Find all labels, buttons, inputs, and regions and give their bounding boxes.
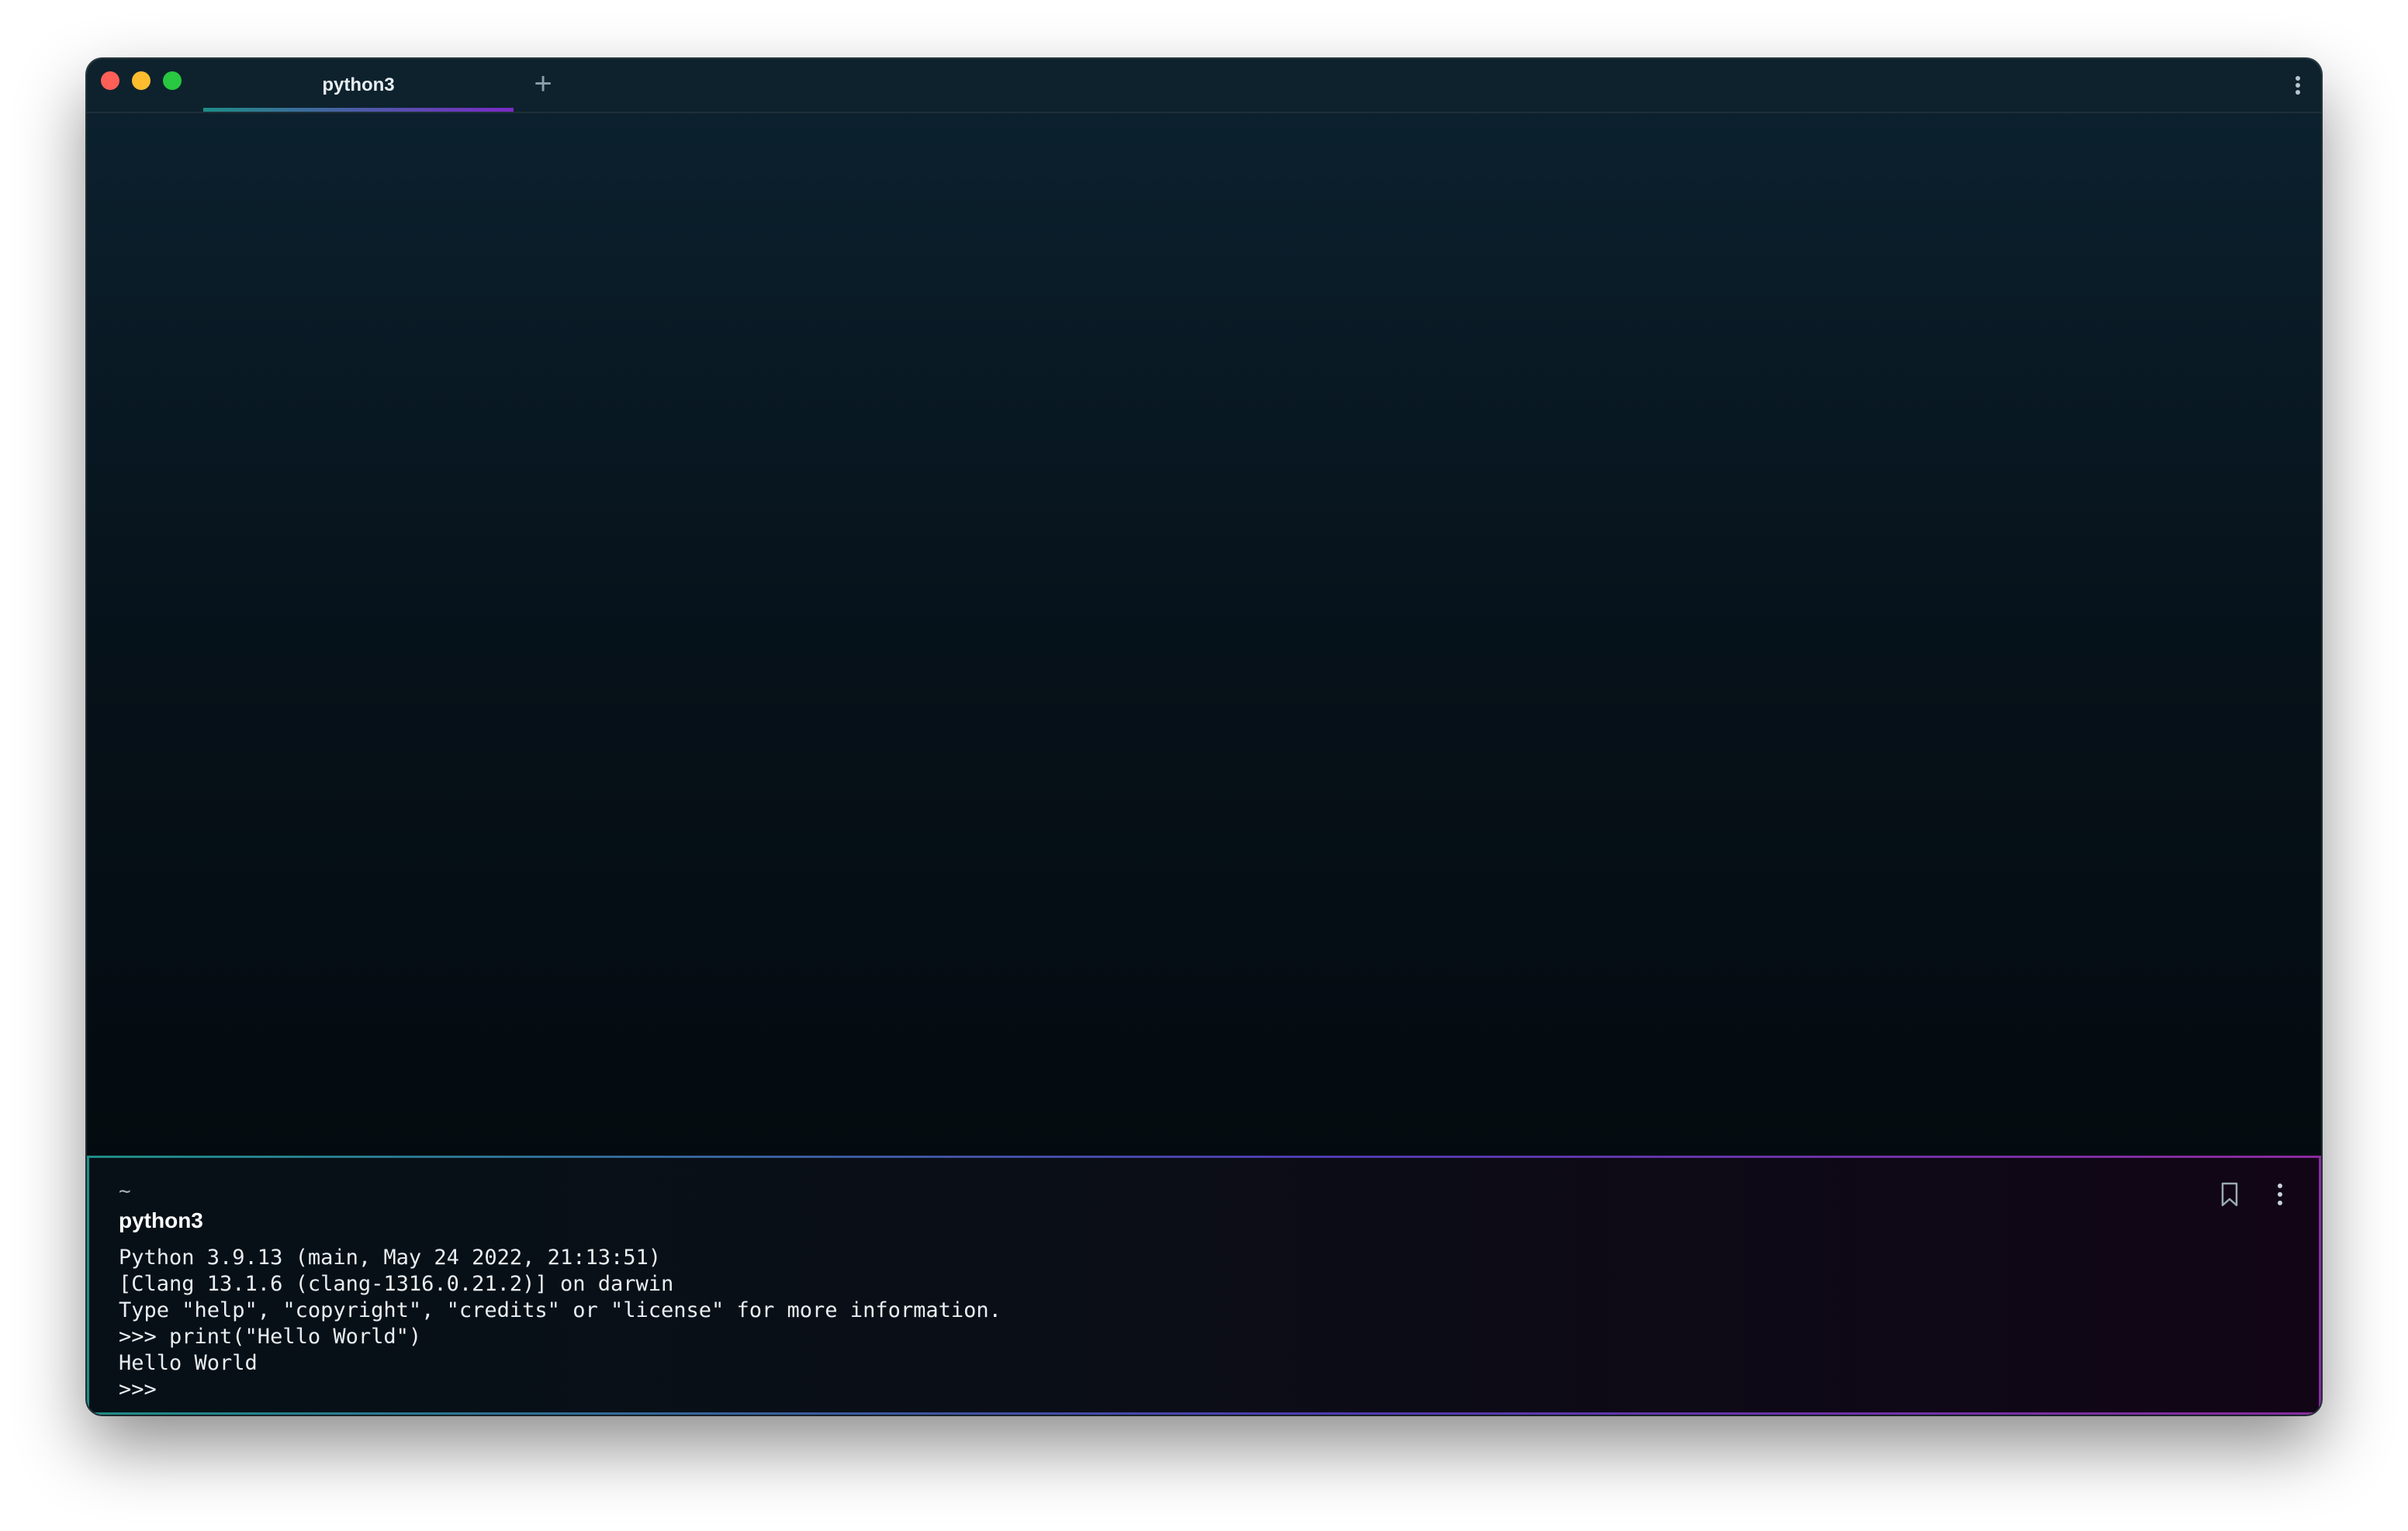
block-actions bbox=[2218, 1181, 2288, 1208]
output-line: Hello World bbox=[119, 1351, 258, 1375]
output-line: Python 3.9.13 (main, May 24 2022, 21:13:… bbox=[119, 1246, 661, 1270]
new-tab-button[interactable]: + bbox=[529, 68, 557, 99]
terminal-output[interactable]: ~ python3 Python 3.9.13 (main, May 24 2022… bbox=[119, 1178, 1002, 1403]
title-bar: python3 + bbox=[87, 59, 2321, 113]
output-line: >>> print("Hello World") bbox=[119, 1325, 422, 1349]
command-block[interactable]: ~ python3 Python 3.9.13 (main, May 24 2022… bbox=[87, 1156, 2321, 1415]
more-icon[interactable] bbox=[2272, 1181, 2288, 1208]
working-directory: ~ bbox=[119, 1180, 131, 1203]
command-title: python3 bbox=[119, 1208, 203, 1232]
active-tab-indicator bbox=[203, 108, 514, 112]
output-line: [Clang 13.1.6 (clang-1316.0.21.2)] on da… bbox=[119, 1272, 674, 1296]
window-menu-icon[interactable] bbox=[2289, 71, 2307, 99]
tab-python3[interactable]: python3 bbox=[203, 59, 514, 112]
maximize-window-button[interactable] bbox=[163, 71, 182, 90]
prompt-line[interactable]: >>> bbox=[119, 1377, 1002, 1403]
close-window-button[interactable] bbox=[101, 71, 119, 90]
output-line: Type "help", "copyright", "credits" or "… bbox=[119, 1298, 1002, 1322]
tab-label: python3 bbox=[322, 74, 395, 95]
minimize-window-button[interactable] bbox=[132, 71, 150, 90]
terminal-window: python3 + ~ python3 Python 3.9.13 (main, M… bbox=[87, 59, 2321, 1415]
bookmark-icon[interactable] bbox=[2218, 1181, 2241, 1208]
